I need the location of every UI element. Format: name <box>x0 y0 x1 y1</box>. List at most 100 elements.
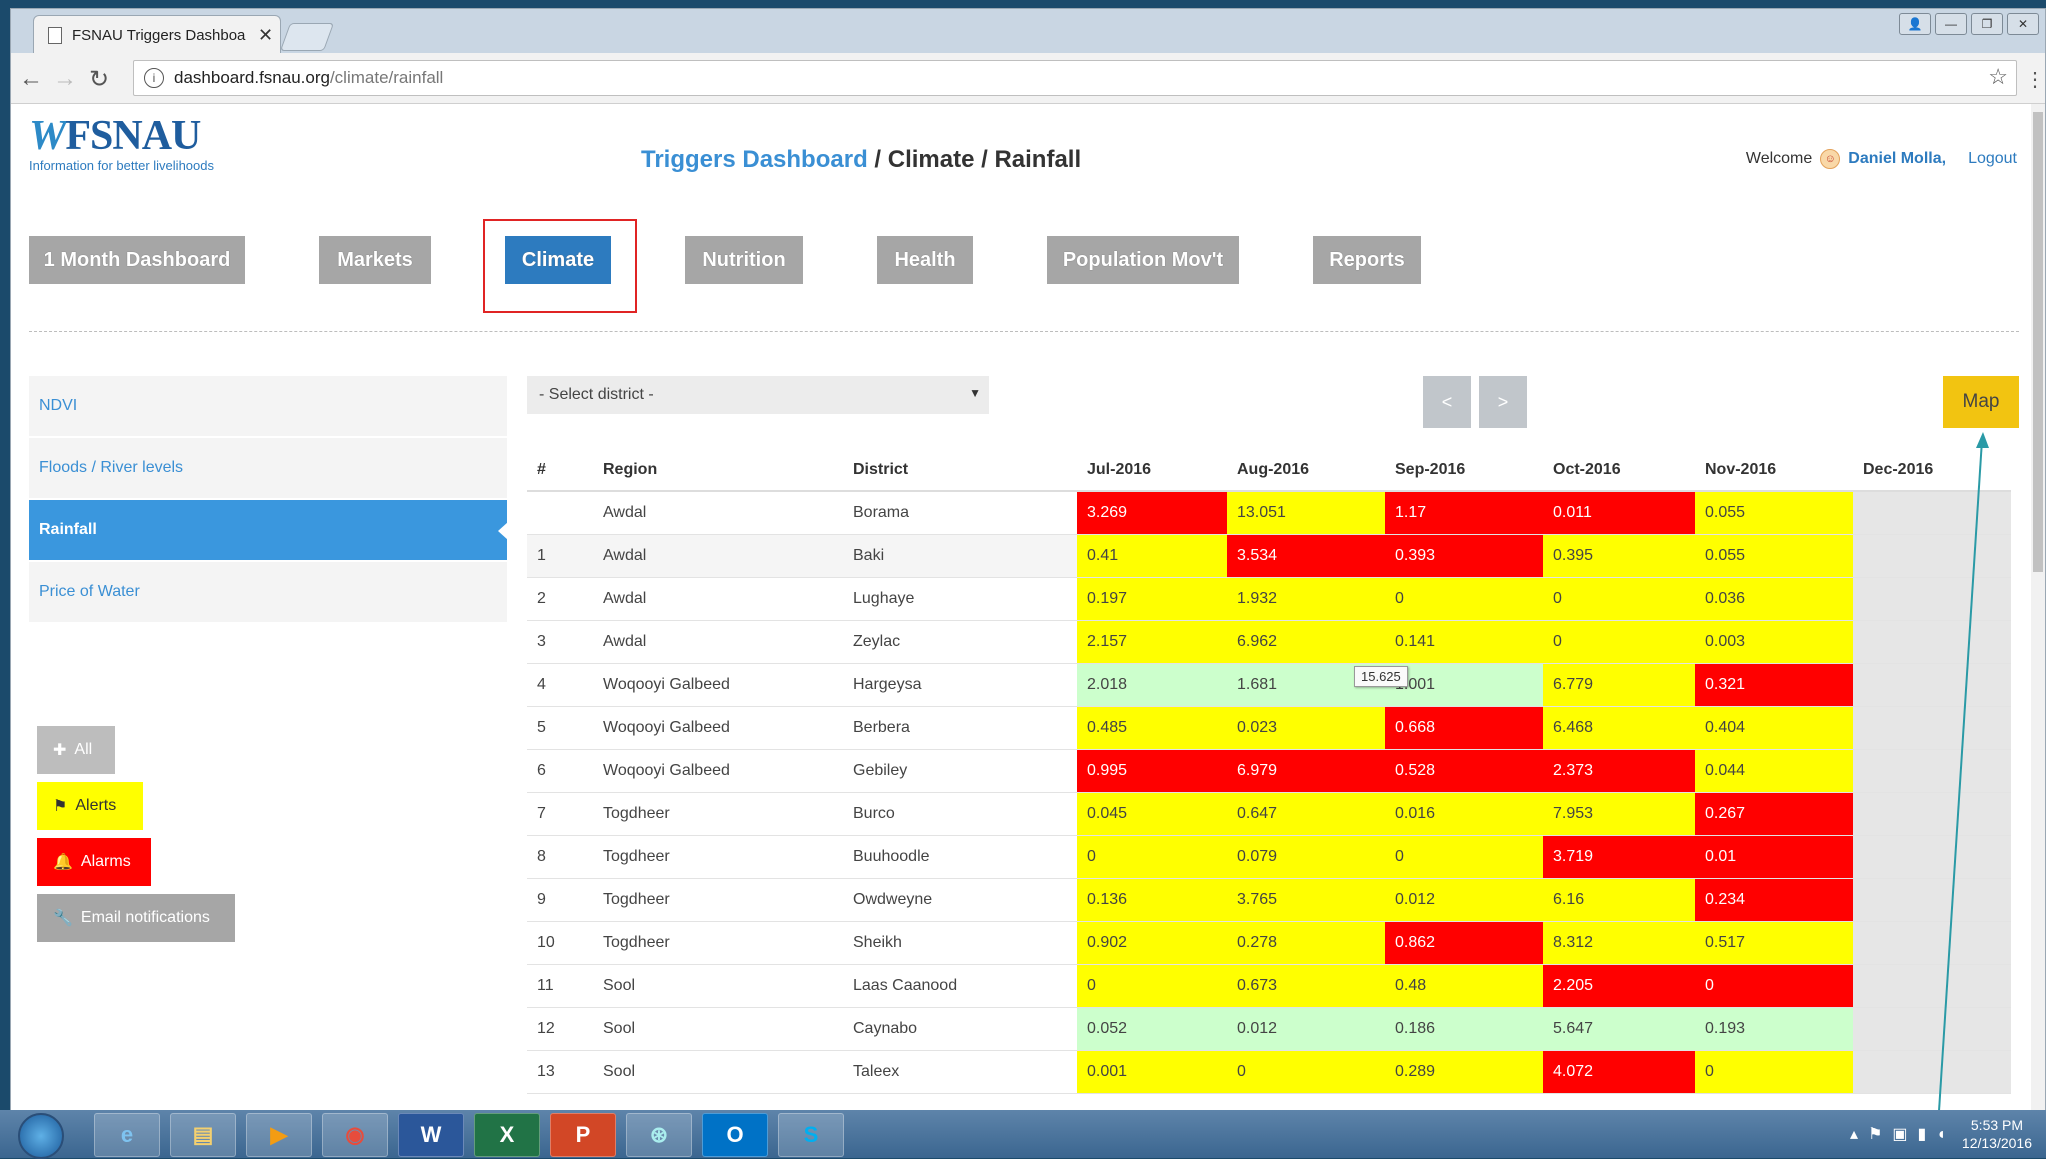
cell-aug-2016: 0.012 <box>1227 1007 1385 1051</box>
row-region: Sool <box>593 1050 843 1094</box>
filter-all-button[interactable]: ✚ All <box>37 726 115 774</box>
cell-sep-2016: 0.289 <box>1385 1050 1543 1094</box>
back-arrow-icon[interactable]: ← <box>19 65 43 93</box>
table-row[interactable]: 1 Awdal Baki 0.41 3.534 0.393 0.395 0.055 <box>527 534 2011 578</box>
row-district: Baki <box>843 534 1077 578</box>
table-row[interactable]: 3 Awdal Zeylac 2.157 6.962 0.141 0 0.003 <box>527 620 2011 664</box>
reload-icon[interactable]: ↻ <box>89 65 109 94</box>
outlook-icon[interactable]: O <box>702 1113 768 1157</box>
cell-aug-2016: 0.647 <box>1227 792 1385 836</box>
row-number <box>527 491 593 535</box>
cell-nov-2016: 0.404 <box>1695 706 1853 750</box>
filter-alarms-button[interactable]: 🔔 Alarms <box>37 838 151 886</box>
sidebar-item-floods[interactable]: Floods / River levels <box>29 438 507 500</box>
word-icon[interactable]: W <box>398 1113 464 1157</box>
table-row[interactable]: 4 Woqooyi Galbeed Hargeysa 2.018 1.681 1.001 6… <box>527 663 2011 707</box>
table-row[interactable]: 9 Togdheer Owdweyne 0.136 3.765 0.012 6.16 0.23… <box>527 878 2011 922</box>
cell-dec-2016 <box>1853 491 2011 535</box>
divider <box>29 331 2019 332</box>
minimize-icon[interactable]: — <box>1935 13 1967 35</box>
table-row[interactable]: 10 Togdheer Sheikh 0.902 0.278 0.862 8.312 0.51… <box>527 921 2011 965</box>
nav-nutrition[interactable]: Nutrition <box>685 236 803 284</box>
excel-icon[interactable]: X <box>474 1113 540 1157</box>
close-window-icon[interactable]: ✕ <box>2007 13 2039 35</box>
user-name-link[interactable]: Daniel Molla, <box>1848 150 1946 168</box>
logout-link[interactable]: Logout <box>1968 150 2017 168</box>
table-row[interactable]: 5 Woqooyi Galbeed Berbera 0.485 0.023 0.668 6.… <box>527 706 2011 750</box>
cell-dec-2016 <box>1853 921 2011 965</box>
system-tray-icons[interactable]: ▴⚑▣▮◖ <box>1850 1124 1956 1144</box>
cell-oct-2016: 2.373 <box>1543 749 1695 793</box>
row-district: Hargeysa <box>843 663 1077 707</box>
filter-alerts-button[interactable]: ⚑ Alerts <box>37 782 143 830</box>
nav-1-month-dashboard[interactable]: 1 Month Dashboard <box>29 236 245 284</box>
cell-sep-2016: 0.141 <box>1385 620 1543 664</box>
nav-reports[interactable]: Reports <box>1313 236 1421 284</box>
row-district: Laas Caanood <box>843 964 1077 1008</box>
map-button[interactable]: Map <box>1943 376 2019 428</box>
fsnau-logo[interactable]: WFSNAU Information for better livelihood… <box>29 112 214 173</box>
menu-dots-icon[interactable]: ⋮ <box>2025 67 2045 92</box>
nav-population-movt[interactable]: Population Mov't <box>1047 236 1239 284</box>
restore-icon[interactable]: ❐ <box>1971 13 2003 35</box>
clock[interactable]: 5:53 PM 12/13/2016 <box>1962 1116 2032 1152</box>
ie-icon[interactable]: e <box>94 1113 160 1157</box>
nav-health[interactable]: Health <box>877 236 973 284</box>
email-notifications-button[interactable]: 🔧 Email notifications <box>37 894 235 942</box>
browser-tab[interactable]: FSNAU Triggers Dashboa ✕ <box>33 15 281 54</box>
address-bar[interactable]: i dashboard.fsnau.org/climate/rainfall ☆ <box>133 60 2017 96</box>
chrome-icon[interactable]: ◉ <box>322 1113 388 1157</box>
media-player-icon[interactable]: ▶ <box>246 1113 312 1157</box>
cell-sep-2016: 0 <box>1385 835 1543 879</box>
table-row[interactable]: 8 Togdheer Buuhoodle 0 0.079 0 3.719 0.01 <box>527 835 2011 879</box>
table-row[interactable]: 11 Sool Laas Caanood 0 0.673 0.48 2.205 0 <box>527 964 2011 1008</box>
cell-jul-2016: 2.157 <box>1077 620 1227 664</box>
col-header-district: District <box>843 450 1077 492</box>
row-region: Togdheer <box>593 792 843 836</box>
info-icon[interactable]: i <box>144 68 164 88</box>
table-row[interactable]: 2 Awdal Lughaye 0.197 1.932 0 0 0.036 <box>527 577 2011 621</box>
table-row[interactable]: Awdal Borama 3.269 13.051 1.17 0.011 0.055 <box>527 491 2011 535</box>
table-row[interactable]: 13 Sool Taleex 0.001 0 0.289 4.072 0 <box>527 1050 2011 1094</box>
fao-icon[interactable]: ⊛ <box>626 1113 692 1157</box>
col-header-sep-2016: Sep-2016 <box>1385 450 1543 492</box>
breadcrumb-home-link[interactable]: Triggers Dashboard <box>641 146 868 173</box>
table-row[interactable]: 7 Togdheer Burco 0.045 0.647 0.016 7.953 0.267 <box>527 792 2011 836</box>
sidebar-item-ndvi[interactable]: NDVI <box>29 376 507 438</box>
cell-dec-2016 <box>1853 835 2011 879</box>
cell-jul-2016: 0.001 <box>1077 1050 1227 1094</box>
next-button[interactable]: > <box>1479 376 1527 428</box>
table-row[interactable]: 6 Woqooyi Galbeed Gebiley 0.995 6.979 0.528 2.… <box>527 749 2011 793</box>
cell-oct-2016: 4.072 <box>1543 1050 1695 1094</box>
cell-jul-2016: 0.902 <box>1077 921 1227 965</box>
row-district: Zeylac <box>843 620 1077 664</box>
profile-icon[interactable]: 👤 <box>1899 13 1931 35</box>
cell-nov-2016: 0 <box>1695 1050 1853 1094</box>
table-row[interactable]: 12 Sool Caynabo 0.052 0.012 0.186 5.647 0.193 <box>527 1007 2011 1051</box>
prev-button[interactable]: < <box>1423 376 1471 428</box>
forward-arrow-icon[interactable]: → <box>53 65 77 93</box>
windows-taskbar: e ▤ ▶ ◉ W X P ⊛ O S ▴⚑▣▮◖ 5:53 PM 12/13/… <box>0 1110 2046 1159</box>
sidebar-item-rainfall[interactable]: Rainfall <box>29 500 508 562</box>
cell-jul-2016: 3.269 <box>1077 491 1227 535</box>
cell-nov-2016: 0.517 <box>1695 921 1853 965</box>
row-number: 3 <box>527 620 593 664</box>
nav-markets[interactable]: Markets <box>319 236 431 284</box>
close-tab-icon[interactable]: ✕ <box>258 25 280 46</box>
skype-icon[interactable]: S <box>778 1113 844 1157</box>
new-tab-button[interactable] <box>279 23 335 51</box>
scrollbar-thumb[interactable] <box>2033 112 2043 572</box>
cell-nov-2016: 0.003 <box>1695 620 1853 664</box>
cell-jul-2016: 0.052 <box>1077 1007 1227 1051</box>
explorer-icon[interactable]: ▤ <box>170 1113 236 1157</box>
start-button-icon[interactable] <box>18 1113 64 1159</box>
row-region: Woqooyi Galbeed <box>593 706 843 750</box>
vertical-scrollbar[interactable] <box>2031 104 2045 1111</box>
row-district: Owdweyne <box>843 878 1077 922</box>
row-district: Burco <box>843 792 1077 836</box>
powerpoint-icon[interactable]: P <box>550 1113 616 1157</box>
district-select[interactable]: - Select district - ▼ <box>527 376 989 414</box>
sidebar-item-price-of-water[interactable]: Price of Water <box>29 562 507 624</box>
bell-icon: 🔔 <box>53 854 73 871</box>
bookmark-star-icon[interactable]: ☆ <box>1988 64 2008 90</box>
